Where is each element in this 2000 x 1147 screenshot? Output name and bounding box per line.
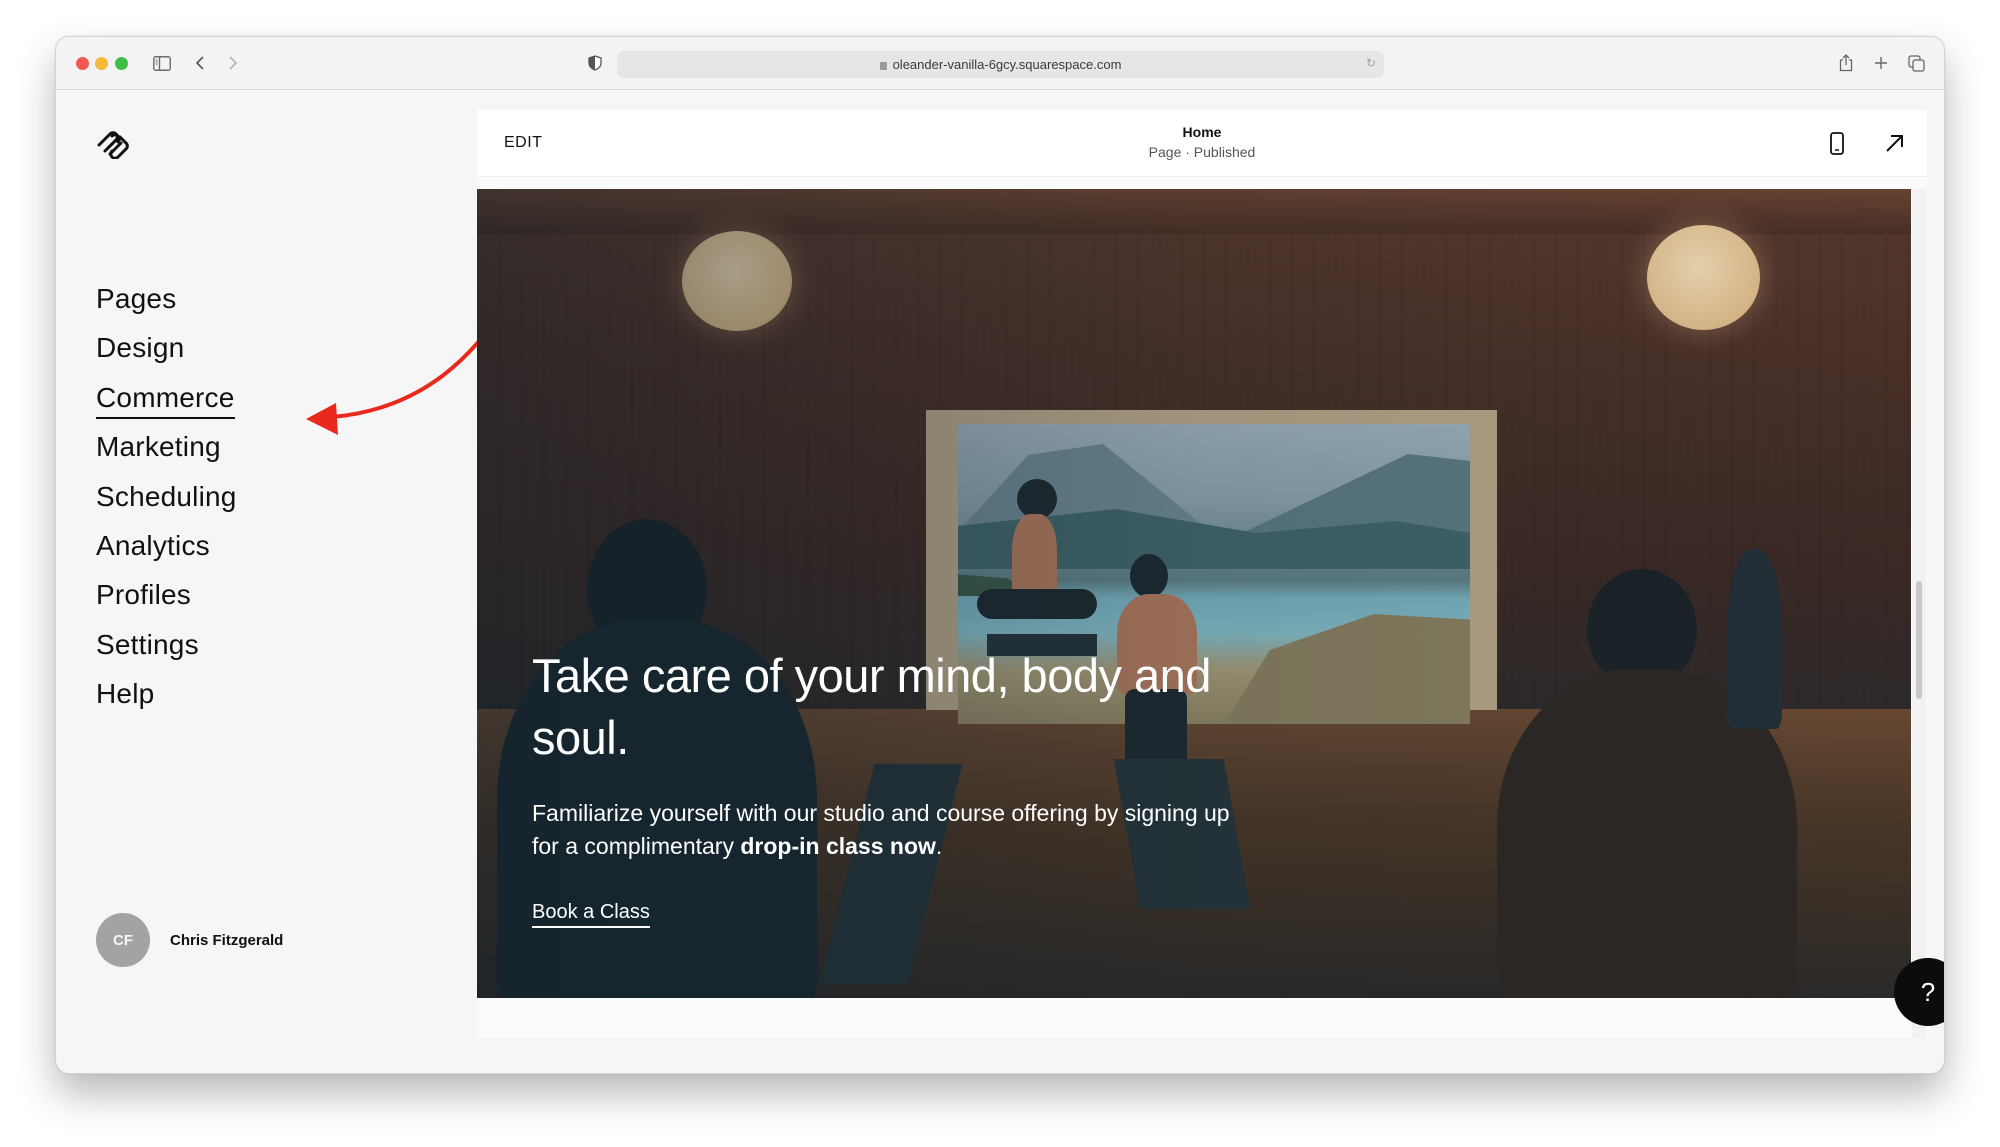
sidebar-item-settings[interactable]: Settings (96, 625, 237, 674)
question-mark-icon: ? (1920, 976, 1936, 1007)
chevron-right-icon[interactable] (219, 49, 247, 77)
hero-body-text: Familiarize yourself with our studio and… (532, 797, 1252, 863)
close-window-button[interactable] (76, 57, 89, 70)
plus-icon[interactable] (1867, 49, 1895, 77)
sidebar-item-label: Design (96, 332, 185, 364)
scrollbar-thumb[interactable] (1916, 581, 1922, 699)
sidebar-item-label: Settings (96, 628, 199, 660)
book-a-class-link[interactable]: Book a Class (532, 901, 650, 928)
page-title: Home (1182, 124, 1222, 140)
sidebar-item-label: Marketing (96, 431, 221, 463)
sidebar-item-label: Pages (96, 283, 177, 314)
sidebar-item-help[interactable]: Help (96, 674, 237, 723)
sidebar-nav: Pages Design Commerce Marketing Scheduli… (96, 279, 237, 724)
lock-icon (879, 61, 887, 70)
sidebar-item-profiles[interactable]: Profiles (96, 575, 237, 624)
share-icon[interactable] (1832, 49, 1860, 77)
sidebar-item-label: Help (96, 678, 155, 710)
sidebar-item-pages[interactable]: Pages (96, 279, 237, 328)
maximize-window-button[interactable] (115, 57, 128, 70)
browser-window: oleander-vanilla-6gcy.squarespace.com ↻ … (55, 36, 1945, 1074)
user-name[interactable]: Chris Fitzgerald (170, 932, 283, 949)
sidebar-item-label: Commerce (96, 381, 235, 419)
sidebar-item-label: Scheduling (96, 480, 237, 512)
sidebar-item-analytics[interactable]: Analytics (96, 526, 237, 575)
hero-body-suffix: . (935, 833, 943, 859)
address-bar[interactable]: oleander-vanilla-6gcy.squarespace.com ↻ (617, 51, 1384, 78)
sidebar-item-commerce[interactable]: Commerce (96, 378, 237, 427)
arrow-up-right-icon[interactable] (1880, 128, 1910, 158)
mobile-phone-icon[interactable] (1822, 128, 1852, 158)
page-status: Page · Published (1148, 144, 1256, 160)
sidebar-item-design[interactable]: Design (96, 328, 237, 377)
url-text: oleander-vanilla-6gcy.squarespace.com (892, 57, 1122, 72)
squarespace-logo-icon[interactable] (96, 129, 132, 165)
minimize-window-button[interactable] (95, 57, 108, 70)
hero-section: Take care of your mind, body and soul. F… (477, 189, 1911, 998)
avatar[interactable]: CF (96, 913, 150, 967)
hero-headline: Take care of your mind, body and soul. (532, 649, 1211, 764)
hero-body-bold-link[interactable]: drop-in class now (740, 833, 936, 859)
tab-overview-icon[interactable] (1902, 49, 1930, 77)
shield-icon[interactable] (581, 49, 609, 77)
chevron-left-icon[interactable] (186, 49, 214, 77)
sidebar-item-scheduling[interactable]: Scheduling (96, 477, 237, 526)
sidebar-item-label: Profiles (96, 579, 191, 611)
preview-scrollbar[interactable] (1912, 189, 1926, 1038)
site-preview-panel: EDIT Home Page · Published Take care of … (477, 110, 1944, 1038)
user-account[interactable]: CF Chris Fitzgerald (96, 913, 283, 967)
sidebar-icon[interactable] (148, 49, 176, 77)
reload-icon[interactable]: ↻ (1366, 56, 1376, 70)
hero-overlay (477, 189, 1911, 998)
sidebar-item-label: Analytics (96, 529, 210, 561)
sidebar-item-marketing[interactable]: Marketing (96, 427, 237, 476)
browser-toolbar: oleander-vanilla-6gcy.squarespace.com ↻ (56, 37, 1944, 90)
editor-header: EDIT Home Page · Published (477, 110, 1927, 177)
